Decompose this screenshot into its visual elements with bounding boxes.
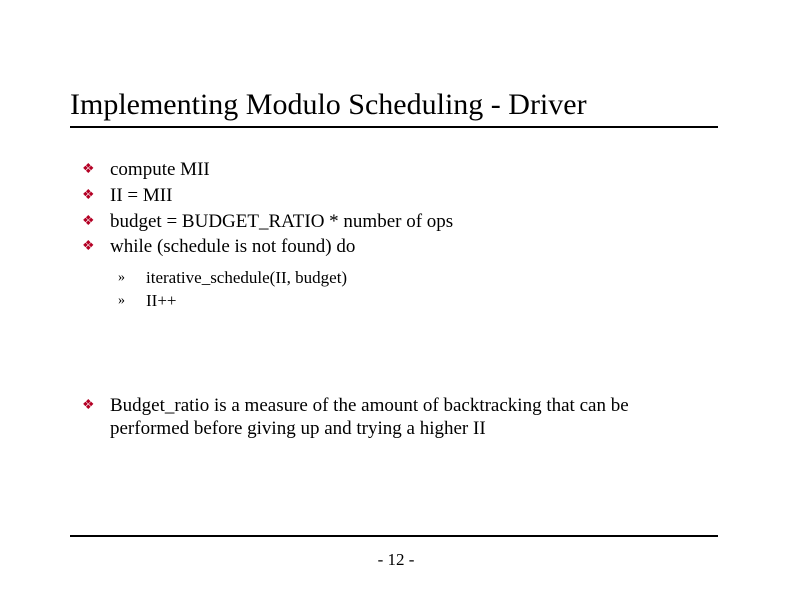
diamond-bullet-icon: ❖: [82, 235, 110, 256]
bullet-text: budget = BUDGET_RATIO * number of ops: [110, 210, 453, 234]
diamond-bullet-icon: ❖: [82, 394, 110, 415]
bullet-item: ❖ budget = BUDGET_RATIO * number of ops: [82, 210, 702, 234]
diamond-bullet-icon: ❖: [82, 158, 110, 179]
bullet-text: Budget_ratio is a measure of the amount …: [110, 394, 702, 442]
raquo-bullet-icon: »: [118, 290, 146, 310]
footer-rule: [70, 535, 718, 537]
diamond-bullet-icon: ❖: [82, 210, 110, 231]
sub-bullet-item: » iterative_schedule(II, budget): [118, 267, 702, 288]
spacer: [82, 314, 702, 394]
bullet-item: ❖ while (schedule is not found) do: [82, 235, 702, 259]
sub-bullet-text: iterative_schedule(II, budget): [146, 267, 347, 288]
page-number: - 12 -: [0, 550, 792, 570]
bullet-text: II = MII: [110, 184, 172, 208]
sub-bullet-item: » II++: [118, 290, 702, 311]
diamond-bullet-icon: ❖: [82, 184, 110, 205]
bullet-text: while (schedule is not found) do: [110, 235, 355, 259]
bullet-item: ❖ II = MII: [82, 184, 702, 208]
title-underline: [70, 126, 718, 128]
bullet-item: ❖ Budget_ratio is a measure of the amoun…: [82, 394, 702, 442]
slide-body: ❖ compute MII ❖ II = MII ❖ budget = BUDG…: [82, 158, 702, 443]
slide: Implementing Modulo Scheduling - Driver …: [0, 0, 792, 612]
raquo-bullet-icon: »: [118, 267, 146, 287]
bullet-text: compute MII: [110, 158, 210, 182]
slide-title: Implementing Modulo Scheduling - Driver: [70, 88, 587, 122]
bullet-item: ❖ compute MII: [82, 158, 702, 182]
sub-bullet-text: II++: [146, 290, 177, 311]
